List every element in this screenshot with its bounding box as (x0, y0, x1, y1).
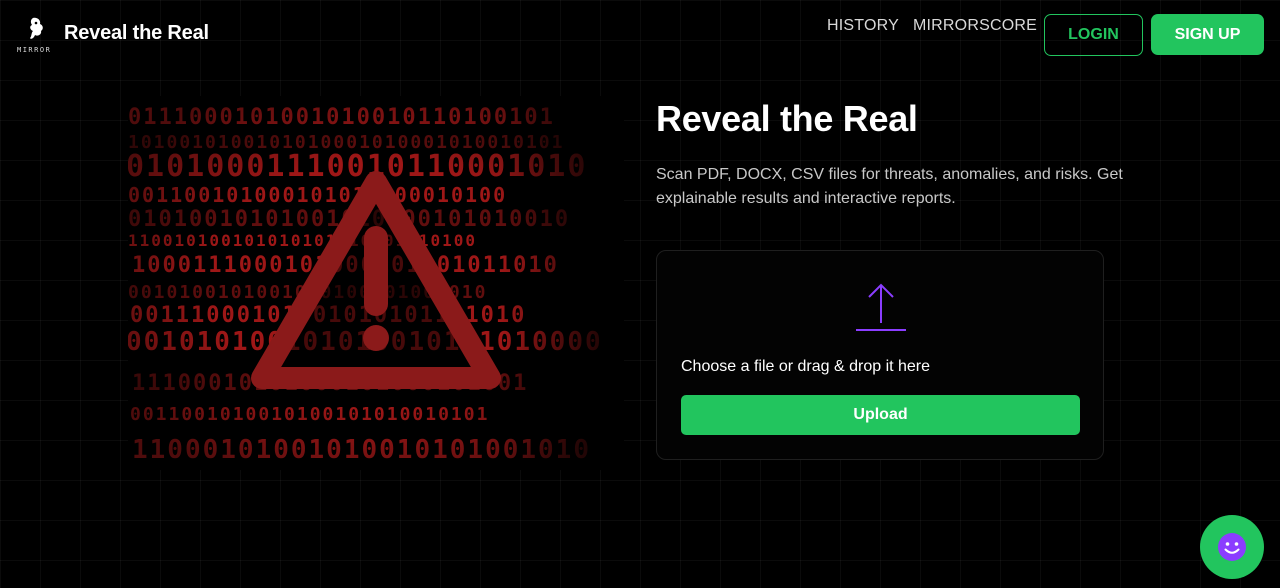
dropzone-prompt: Choose a file or drag & drop it here (681, 358, 931, 375)
top-nav: MIRROR Reveal the Real HISTORY MIRRORSCO… (0, 0, 1280, 72)
brand-title[interactable]: Reveal the Real (64, 22, 209, 45)
upload-button[interactable]: Upload (681, 395, 1080, 435)
binary-background: 0111000101001010010110100101101001010010… (128, 96, 624, 470)
file-dropzone[interactable]: Choose a file or drag & drop it here Upl… (656, 250, 1104, 460)
login-button[interactable]: LOGIN (1044, 14, 1143, 56)
brand-logo[interactable]: MIRROR (17, 16, 57, 56)
chat-assistant-button[interactable] (1200, 515, 1264, 579)
hero-title: Reveal the Real (656, 98, 918, 139)
upload-arrow-icon (856, 283, 906, 331)
smiley-chat-icon (1218, 533, 1246, 561)
hero-description: Scan PDF, DOCX, CSV files for threats, a… (656, 166, 1123, 207)
signup-button[interactable]: SIGN UP (1151, 14, 1264, 55)
mirror-logo-icon (30, 17, 43, 39)
hero-warning-image: 0111000101001010010110100101101001010010… (128, 96, 624, 470)
nav-history-link[interactable]: HISTORY (827, 17, 899, 35)
logo-wordmark: MIRROR (17, 46, 52, 54)
nav-mirrorscore-link[interactable]: MIRRORSCORE (913, 17, 1037, 35)
